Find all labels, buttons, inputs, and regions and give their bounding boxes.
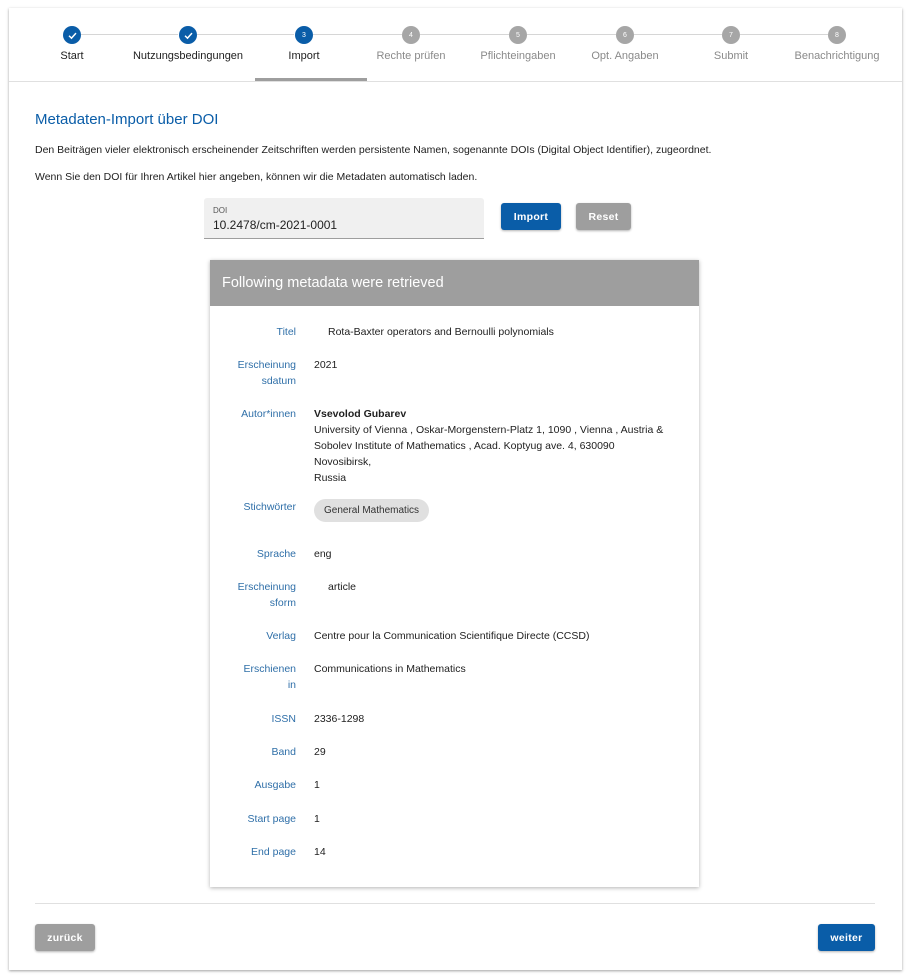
step-label: Nutzungsbedingungen xyxy=(132,50,244,62)
meta-label-line: Erschienen xyxy=(243,663,296,675)
meta-label: Stichwörter xyxy=(243,501,296,513)
footer-divider xyxy=(35,903,875,904)
step-label: Pflichteingaben xyxy=(480,50,556,62)
back-button[interactable]: zurück xyxy=(35,924,95,951)
import-button[interactable]: Import xyxy=(501,203,561,230)
step-label: Benachrichtigung xyxy=(794,50,880,62)
meta-label: Start page xyxy=(247,813,296,825)
step-connector xyxy=(420,34,509,35)
step-number: 6 xyxy=(616,26,634,44)
doi-input[interactable]: DOI 10.2478/cm-2021-0001 xyxy=(204,198,484,239)
meta-value: Vsevolod Gubarev University of Vienna , … xyxy=(314,406,674,486)
meta-label: Titel xyxy=(276,326,296,338)
step-connector xyxy=(197,34,294,35)
meta-label: Erschienen in xyxy=(216,661,296,693)
intro-text: Den Beiträgen vieler elektronisch ersche… xyxy=(35,144,712,156)
check-icon xyxy=(63,26,81,44)
step-number: 5 xyxy=(509,26,527,44)
step-connector xyxy=(81,34,178,35)
step-label: Start xyxy=(60,50,84,62)
meta-label-line: Erscheinung xyxy=(237,581,296,593)
meta-value: eng xyxy=(314,548,332,560)
author-affiliation: Sobolev Institute of Mathematics , Acad.… xyxy=(314,440,615,468)
step-label: Submit xyxy=(713,50,749,62)
meta-value: 29 xyxy=(314,746,326,758)
meta-value: Centre pour la Communication Scientifiqu… xyxy=(314,630,590,642)
author-affiliation: Russia xyxy=(314,472,347,484)
meta-label-line: sdatum xyxy=(261,375,296,387)
meta-value: 2336-1298 xyxy=(314,713,365,725)
step-connector xyxy=(740,34,828,35)
meta-value: 1 xyxy=(314,813,320,825)
step-label: Rechte prüfen xyxy=(376,50,446,62)
metadata-panel: Following metadata were retrieved Titel … xyxy=(210,260,699,887)
meta-label-line: Erscheinung xyxy=(237,359,296,371)
meta-value: 1 xyxy=(314,779,320,791)
meta-label: Band xyxy=(271,746,296,758)
step-label: Opt. Angaben xyxy=(591,50,659,62)
active-step-indicator xyxy=(255,78,367,81)
page-title: Metadaten-Import über DOI xyxy=(35,111,219,128)
hint-text: Wenn Sie den DOI für Ihren Artikel hier … xyxy=(35,171,478,183)
meta-value: article xyxy=(328,581,357,593)
wizard-card: Start Nutzungsbedingungen 3 Import 4 Rec… xyxy=(9,8,902,970)
step-connector xyxy=(634,34,722,35)
stepper: Start Nutzungsbedingungen 3 Import 4 Rec… xyxy=(9,8,902,82)
meta-label: Erscheinung sdatum xyxy=(216,357,296,389)
check-icon xyxy=(179,26,197,44)
meta-label: Autor*innen xyxy=(241,408,296,420)
meta-label: End page xyxy=(251,846,296,858)
next-button[interactable]: weiter xyxy=(818,924,875,951)
author-name: Vsevolod Gubarev xyxy=(314,408,407,420)
metadata-header: Following metadata were retrieved xyxy=(210,260,699,306)
step-number: 8 xyxy=(828,26,846,44)
meta-label: Sprache xyxy=(256,548,296,560)
meta-label: ISSN xyxy=(271,713,296,725)
step-number: 4 xyxy=(402,26,420,44)
meta-value: Communications in Mathematics xyxy=(314,663,466,675)
doi-label: DOI xyxy=(213,206,228,215)
meta-label: Verlag xyxy=(266,630,296,642)
meta-label: Ausgabe xyxy=(254,779,296,791)
doi-value[interactable]: 10.2478/cm-2021-0001 xyxy=(213,218,337,232)
meta-value: 2021 xyxy=(314,359,338,371)
step-connector xyxy=(527,34,616,35)
meta-value: General Mathematics xyxy=(314,499,674,522)
step-number: 3 xyxy=(295,26,313,44)
step-connector xyxy=(313,34,402,35)
step-label: Import xyxy=(288,50,320,62)
keyword-chip[interactable]: General Mathematics xyxy=(314,499,430,522)
meta-label-line: sform xyxy=(269,597,296,609)
meta-label-line: in xyxy=(287,679,296,691)
meta-label: Erscheinung sform xyxy=(216,579,296,611)
meta-value: Rota-Baxter operators and Bernoulli poly… xyxy=(328,326,554,338)
meta-value: 14 xyxy=(314,846,326,858)
step-number: 7 xyxy=(722,26,740,44)
reset-button[interactable]: Reset xyxy=(576,203,631,230)
author-affiliation: University of Vienna , Oskar-Morgenstern… xyxy=(314,424,664,436)
